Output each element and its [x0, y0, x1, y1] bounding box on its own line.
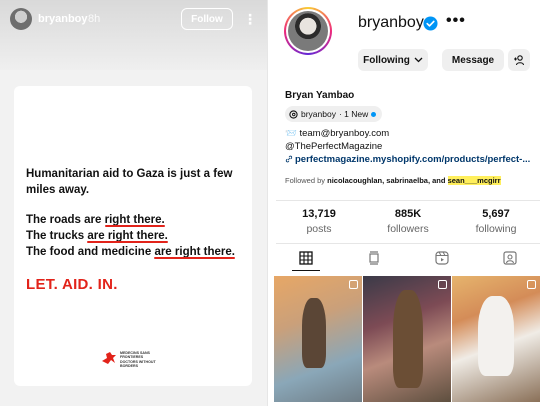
chevron-down-icon	[414, 57, 423, 63]
post-thumbnail[interactable]	[363, 276, 451, 402]
story-card: Humanitarian aid to Gaza is just a few m…	[14, 86, 252, 386]
tab-feed[interactable]	[354, 248, 394, 268]
bio-handle[interactable]: @ThePerfectMagazine	[285, 141, 382, 152]
post-thumbnail[interactable]	[452, 276, 540, 402]
profile-more-icon[interactable]: •••	[446, 12, 466, 30]
verified-badge-icon	[423, 16, 438, 31]
tab-reels[interactable]	[422, 248, 462, 268]
story-timestamp: 8h	[88, 13, 101, 25]
message-button[interactable]: Message	[442, 49, 504, 71]
card-line-roads: The roads are right there.	[26, 214, 165, 226]
card-slogan: LET. AID. IN.	[26, 276, 118, 293]
link-icon	[285, 155, 293, 163]
carousel-icon	[349, 280, 358, 289]
divider	[276, 243, 540, 244]
profile-panel: bryanboy ••• Following Message Bryan Yam…	[267, 0, 540, 406]
posts-grid	[274, 276, 540, 402]
divider	[276, 200, 540, 201]
stat-following[interactable]: 5,697 following	[456, 208, 536, 235]
story-more-icon[interactable]: ⋮	[243, 8, 257, 30]
feed-icon	[369, 251, 379, 265]
reel-icon	[527, 280, 536, 289]
followed-by-text[interactable]: Followed by nicolacoughlan, sabrinaelba,…	[285, 176, 501, 185]
bio-link[interactable]: perfectmagazine.myshopify.com/products/p…	[285, 154, 530, 165]
msf-logo: MEDECINS SANS FRONTIERES DOCTORS WITHOUT…	[100, 348, 170, 368]
following-button[interactable]: Following	[358, 49, 428, 71]
stat-followers[interactable]: 885K followers	[368, 208, 448, 235]
stat-posts: 13,719 posts	[302, 208, 336, 235]
threads-icon	[289, 109, 298, 119]
grid-icon	[299, 251, 313, 265]
profile-avatar[interactable]	[284, 7, 332, 55]
profile-username: bryanboy	[358, 14, 424, 31]
card-line-trucks: The trucks are right there.	[26, 230, 168, 242]
threads-new-dot	[371, 111, 377, 117]
msf-text: MEDECINS SANS FRONTIERES DOCTORS WITHOUT…	[120, 351, 156, 369]
card-headline: Humanitarian aid to Gaza is just a few m…	[26, 168, 233, 196]
reels-icon	[435, 251, 449, 265]
threads-new: · 1 New	[338, 109, 369, 119]
carousel-icon	[438, 280, 447, 289]
threads-handle: bryanboy	[301, 109, 336, 119]
msf-runner-icon	[102, 352, 116, 364]
story-viewer: bryanboy 8h Follow ⋮ Humanitarian aid to…	[0, 0, 267, 406]
post-thumbnail[interactable]	[274, 276, 362, 402]
tagged-icon	[503, 251, 517, 265]
story-follow-button[interactable]: Follow	[181, 8, 233, 30]
bio-email[interactable]: 📨 team@bryanboy.com	[285, 128, 389, 139]
tab-posts-grid[interactable]	[286, 248, 326, 271]
card-line-food: The food and medicine are right there.	[26, 246, 235, 258]
followed-by-highlight: sean___mcgirr	[447, 176, 501, 185]
story-username[interactable]: bryanboy	[38, 13, 88, 25]
card-lines: The roads are right there. The trucks ar…	[26, 212, 248, 260]
add-user-icon	[514, 55, 525, 66]
profile-full-name: Bryan Yambao	[285, 90, 355, 101]
add-user-button[interactable]	[508, 49, 530, 71]
tab-tagged[interactable]	[490, 248, 530, 268]
threads-badge[interactable]: bryanboy · 1 New	[285, 106, 383, 122]
story-avatar[interactable]	[10, 8, 32, 30]
